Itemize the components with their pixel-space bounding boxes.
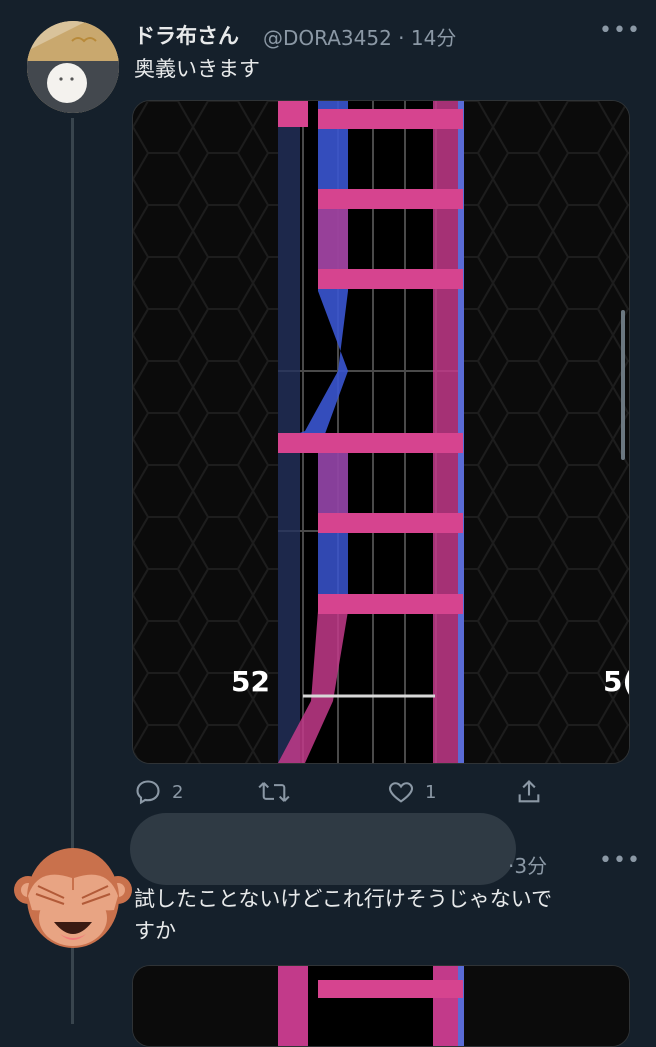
more-icon[interactable]: ••• bbox=[599, 18, 641, 43]
reply-text-line: すか bbox=[134, 919, 176, 943]
reply-icon bbox=[136, 780, 160, 805]
avatar-image bbox=[27, 21, 119, 113]
reply-media[interactable] bbox=[132, 965, 630, 1047]
combo-number-left: 52 bbox=[231, 665, 270, 698]
combo-number-right: 5( bbox=[603, 665, 629, 698]
rhythm-game-screenshot: 52 5( bbox=[133, 101, 629, 763]
tweet-text: 奥義いきます bbox=[134, 57, 260, 81]
reply-action[interactable]: 2 bbox=[134, 778, 183, 806]
author-handle[interactable]: @DORA3452 bbox=[263, 26, 392, 50]
redacted-name-bar bbox=[130, 813, 516, 885]
like-action[interactable]: 1 bbox=[387, 778, 436, 806]
author-avatar[interactable] bbox=[27, 21, 119, 113]
author-display-name[interactable]: ドラ布さん bbox=[134, 20, 239, 50]
more-icon[interactable]: ••• bbox=[599, 848, 641, 873]
tweet-meta: @DORA3452 · 14分 bbox=[263, 26, 457, 50]
like-icon bbox=[389, 782, 413, 803]
reply-meta: ·3分 bbox=[508, 854, 548, 878]
reply-count: 2 bbox=[172, 781, 184, 803]
reply-timestamp[interactable]: 3分 bbox=[514, 854, 547, 878]
retweet-action[interactable] bbox=[258, 778, 300, 806]
retweet-icon bbox=[258, 782, 290, 802]
see-no-evil-monkey-icon[interactable] bbox=[14, 838, 132, 956]
share-icon bbox=[518, 780, 540, 803]
tweet-media[interactable]: 52 5( bbox=[132, 100, 630, 764]
reply-text-line: 試したことないけどこれ行けそうじゃないで bbox=[134, 887, 553, 911]
share-action[interactable] bbox=[515, 778, 543, 806]
like-count: 1 bbox=[425, 781, 437, 803]
reply-text: 試したことないけどこれ行けそうじゃないで すか bbox=[134, 883, 624, 947]
rhythm-game-screenshot bbox=[133, 966, 629, 1046]
tweet-timestamp[interactable]: 14分 bbox=[411, 26, 456, 50]
scrollbar[interactable] bbox=[621, 310, 625, 460]
